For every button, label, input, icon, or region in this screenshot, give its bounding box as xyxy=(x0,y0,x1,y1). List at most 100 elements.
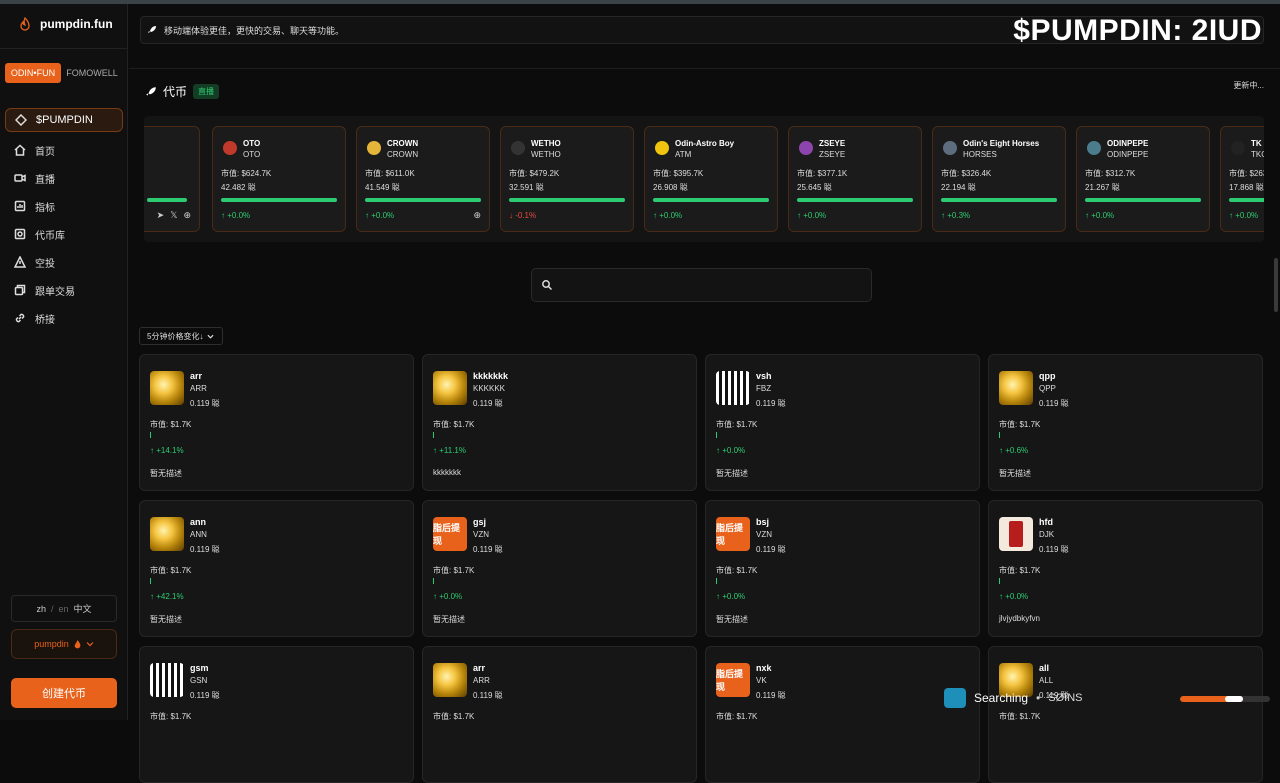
x-icon[interactable]: 𝕏 xyxy=(170,210,177,221)
token-price: 0.119 聪 xyxy=(1039,545,1069,554)
nav-item-live[interactable]: 直播 xyxy=(5,164,123,192)
market-cap: 市值: $1.7K xyxy=(999,566,1041,575)
price-change: ↑ +0.0% xyxy=(653,211,683,220)
sparkline xyxy=(716,432,717,438)
language-switch[interactable]: zh / en 中文 xyxy=(11,595,117,622)
token-name: gsm xyxy=(190,663,209,673)
carousel-card[interactable]: Odin-Astro Boy ATM 市值: $395.7K 26.908 聪 ↑ +0… xyxy=(644,126,778,232)
token-name: ann xyxy=(190,517,207,527)
token-card[interactable]: hfd DJK 0.119 聪市值: $1.7K ↑ +0.0% jlvjydbkyfv… xyxy=(988,500,1263,637)
nav-menu: $PUMPDIN 首页 直播 指标 代币库 空投 跟单交易 桥接 xyxy=(5,108,123,332)
carousel-card-partial[interactable]: ➤ 𝕏 ⊕ xyxy=(144,126,200,232)
token-description: 暂无描述 xyxy=(716,615,748,624)
carousel-card[interactable]: WETHO WETHO 市值: $479.2K 32.591 聪 ↓ -0.1% xyxy=(500,126,634,232)
token-card[interactable]: 脂后提现 nxk VK 0.119 聪市值: $1.7K xyxy=(705,646,980,783)
globe-icon[interactable]: ⊕ xyxy=(183,210,191,221)
progress-bar xyxy=(941,198,1057,202)
nav-item-label: 跟单交易 xyxy=(35,286,75,298)
lang-en[interactable]: en xyxy=(59,604,69,614)
nav-item-pumpdin[interactable]: $PUMPDIN xyxy=(5,108,123,132)
token-price: 0.119 聪 xyxy=(190,399,220,408)
nav-item-bridge[interactable]: 桥接 xyxy=(5,304,123,332)
token-icon xyxy=(511,141,525,155)
brand[interactable]: pumpdin.fun xyxy=(18,17,113,31)
price-change: ↑ +0.0% xyxy=(365,211,395,220)
create-token-button[interactable]: 创建代币 xyxy=(11,678,117,708)
token-card[interactable]: arr ARR 0.119 聪市值: $1.7K xyxy=(422,646,697,783)
nav-item-airdrop[interactable]: 空投 xyxy=(5,248,123,276)
platform-odinfun-tab[interactable]: ODIN•FUN xyxy=(5,63,61,83)
platform-fomowell-tab[interactable]: FOMOWELL xyxy=(61,63,123,83)
brand-name: pumpdin.fun xyxy=(40,17,113,31)
telegram-icon[interactable]: ➤ xyxy=(157,210,165,221)
price-change: ↓ -0.1% xyxy=(509,211,537,220)
progress-bar xyxy=(653,198,769,202)
token-ticker: VZN xyxy=(473,530,489,539)
trending-carousel[interactable]: ➤ 𝕏 ⊕ OTO OTO 市值: $624.7K 42.482 聪 ↑ +0.0% CR… xyxy=(144,116,1264,242)
search-icon xyxy=(542,280,553,291)
nav-item-label: 空投 xyxy=(35,258,55,270)
notice-text: 移动端体验更佳，更快的交易、聊天等功能。 xyxy=(164,25,345,36)
token-card[interactable]: qpp QPP 0.119 聪市值: $1.7K ↑ +0.6% 暂无描述 xyxy=(988,354,1263,491)
token-amount: 42.482 聪 xyxy=(221,183,256,192)
lang-zh[interactable]: zh xyxy=(36,604,46,614)
token-card[interactable]: ann ANN 0.119 聪市值: $1.7K ↑ +42.1% 暂无描述 xyxy=(139,500,414,637)
sparkline xyxy=(150,578,151,584)
token-icon xyxy=(1231,141,1245,155)
token-card[interactable]: 脂后提现 gsj VZN 0.119 聪市值: $1.7K ↑ +0.0% 暂无描述 xyxy=(422,500,697,637)
market-cap: 市值: $479.2K xyxy=(509,169,560,178)
wallet-dropdown[interactable]: pumpdin xyxy=(11,629,117,659)
progress-bar xyxy=(221,198,337,202)
token-ticker: OTO xyxy=(243,150,261,159)
token-card[interactable]: vsh FBZ 0.119 聪市值: $1.7K ↑ +0.0% 暂无描述 xyxy=(705,354,980,491)
carousel-card[interactable]: Odin's Eight Horses HORSES 市值: $326.4K 22.1… xyxy=(932,126,1066,232)
globe-icon[interactable]: ⊕ xyxy=(473,210,481,221)
token-card[interactable]: arr ARR 0.119 聪市值: $1.7K ↑ +14.1% 暂无描述 xyxy=(139,354,414,491)
token-amount: 32.591 聪 xyxy=(509,183,544,192)
token-card[interactable]: kkkkkkk KKKKKK 0.119 聪市值: $1.7K ↑ +11.1% kkk… xyxy=(422,354,697,491)
token-name: OTO xyxy=(243,139,261,148)
token-card[interactable]: all ALL 0.119 聪市值: $1.7K xyxy=(988,646,1263,783)
token-name: Odin-Astro Boy xyxy=(675,139,735,148)
token-card[interactable]: 脂后提现 bsj VZN 0.119 聪市值: $1.7K ↑ +0.0% 暂无描述 xyxy=(705,500,980,637)
sort-dropdown[interactable]: 5分钟价格变化↓ xyxy=(139,327,223,345)
market-cap: 市值: $1.7K xyxy=(716,566,758,575)
nav-item-vault[interactable]: 代币库 xyxy=(5,220,123,248)
token-amount: 22.194 聪 xyxy=(941,183,976,192)
price-change: ↑ +0.0% xyxy=(797,211,827,220)
token-name: vsh xyxy=(756,371,772,381)
carousel-card[interactable]: CROWN CROWN 市值: $611.0K 41.549 聪 ↑ +0.0% ⊕ xyxy=(356,126,490,232)
carousel-card[interactable]: OTO OTO 市值: $624.7K 42.482 聪 ↑ +0.0% xyxy=(212,126,346,232)
scrollbar[interactable] xyxy=(1274,258,1278,312)
price-change: ↑ +0.0% xyxy=(716,446,746,455)
nav-item-label: $PUMPDIN xyxy=(36,114,93,126)
social-links: ➤ 𝕏 ⊕ xyxy=(157,210,191,221)
carousel-card[interactable]: ODINPEPE ODINPEPE 市值: $312.7K 21.267 聪 ↑ +0.… xyxy=(1076,126,1210,232)
price-change: ↑ +0.6% xyxy=(999,446,1029,455)
search-input[interactable] xyxy=(558,275,858,297)
token-avatar xyxy=(716,371,750,405)
token-ticker: ZSEYE xyxy=(819,150,846,159)
nav-item-metrics[interactable]: 指标 xyxy=(5,192,123,220)
price-change: ↑ +0.0% xyxy=(716,592,746,601)
token-name: Odin's Eight Horses xyxy=(963,139,1040,148)
token-icon xyxy=(655,141,669,155)
token-amount: 17.868 聪 xyxy=(1229,183,1264,192)
token-price: 0.119 聪 xyxy=(1039,399,1069,408)
token-ticker: TKO xyxy=(1251,150,1264,159)
token-ticker: GSN xyxy=(190,676,208,685)
token-card[interactable]: gsm GSN 0.119 聪市值: $1.7K xyxy=(139,646,414,783)
chevron-down-icon xyxy=(86,642,94,647)
token-price: 0.119 聪 xyxy=(473,399,503,408)
carousel-card[interactable]: TK TKO 市值: $263 17.868 聪 ↑ +0.0% xyxy=(1220,126,1264,232)
carousel-card[interactable]: ZSEYE ZSEYE 市值: $377.1K 25.645 聪 ↑ +0.0% xyxy=(788,126,922,232)
price-change: ↑ +42.1% xyxy=(150,592,184,601)
market-cap: 市值: $377.1K xyxy=(797,169,848,178)
market-cap: 市值: $395.7K xyxy=(653,169,704,178)
sparkline xyxy=(999,578,1000,584)
nav-item-label: 桥接 xyxy=(35,314,55,326)
nav-item-home[interactable]: 首页 xyxy=(5,136,123,164)
token-name: arr xyxy=(190,371,203,381)
nav-item-copy-trade[interactable]: 跟单交易 xyxy=(5,276,123,304)
price-change: ↑ +14.1% xyxy=(150,446,184,455)
